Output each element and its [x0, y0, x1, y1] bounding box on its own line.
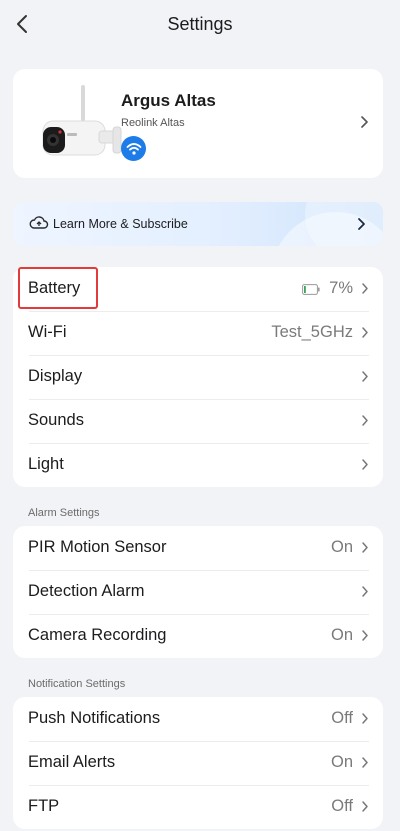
- chevron-right-icon: [362, 586, 368, 597]
- battery-value: 7%: [329, 279, 353, 297]
- row-label: Light: [28, 455, 64, 473]
- wifi-icon: [126, 142, 141, 155]
- settings-row-ftp[interactable]: FTP Off: [13, 785, 383, 829]
- chevron-right-icon: [362, 459, 368, 470]
- settings-row-detection-alarm[interactable]: Detection Alarm: [13, 570, 383, 614]
- battery-icon: [302, 284, 320, 295]
- nav-bar: Settings: [0, 0, 400, 50]
- settings-row-push-notifications[interactable]: Push Notifications Off: [13, 697, 383, 741]
- chevron-right-icon: [358, 218, 365, 230]
- cloud-icon: [29, 216, 49, 229]
- row-value: On: [330, 626, 353, 644]
- notification-settings-group: Push Notifications Off Email Alerts On F…: [13, 697, 383, 829]
- settings-row-email-alerts[interactable]: Email Alerts On: [13, 741, 383, 785]
- chevron-right-icon: [362, 630, 368, 641]
- chevron-right-icon: [362, 542, 368, 553]
- row-label: Push Notifications: [28, 709, 161, 727]
- wifi-value: Test_5GHz: [271, 323, 353, 341]
- settings-row-light[interactable]: Light: [13, 443, 383, 487]
- chevron-right-icon: [362, 327, 368, 338]
- settings-row-display[interactable]: Display: [13, 355, 383, 399]
- wifi-status-badge: [121, 136, 146, 161]
- row-value: Off: [331, 709, 353, 727]
- row-label: Email Alerts: [28, 753, 116, 771]
- row-value: On: [330, 538, 353, 556]
- chevron-right-icon: [362, 415, 368, 426]
- device-card[interactable]: Argus Altas Reolink Altas: [13, 69, 383, 178]
- battery-highlight-box: [18, 267, 98, 309]
- row-label: Display: [28, 367, 83, 385]
- section-title-alarm: Alarm Settings: [28, 507, 100, 519]
- chevron-right-icon: [362, 713, 368, 724]
- row-label: PIR Motion Sensor: [28, 538, 167, 556]
- row-value: Off: [331, 797, 353, 815]
- chevron-right-icon: [362, 283, 368, 294]
- chevron-right-icon: [361, 116, 368, 128]
- device-name: Argus Altas: [121, 91, 216, 110]
- settings-row-sounds[interactable]: Sounds: [13, 399, 383, 443]
- chevron-right-icon: [362, 757, 368, 768]
- camera-image: [42, 85, 122, 156]
- device-model: Reolink Altas: [121, 117, 185, 129]
- row-label: Detection Alarm: [28, 582, 145, 600]
- page-title: Settings: [167, 14, 233, 34]
- settings-row-camera-recording[interactable]: Camera Recording On: [13, 614, 383, 658]
- banner-decoration: [305, 202, 383, 246]
- row-label: Camera Recording: [28, 626, 167, 644]
- settings-row-pir-motion-sensor[interactable]: PIR Motion Sensor On: [13, 526, 383, 570]
- row-label: Sounds: [28, 411, 84, 429]
- alarm-settings-group: PIR Motion Sensor On Detection Alarm Cam…: [13, 526, 383, 658]
- row-label: Wi-Fi: [28, 323, 67, 341]
- row-label: FTP: [28, 797, 60, 815]
- settings-row-wifi[interactable]: Wi-Fi Test_5GHz: [13, 311, 383, 355]
- row-value: On: [330, 753, 353, 771]
- subscribe-label: Learn More & Subscribe: [53, 217, 188, 231]
- chevron-right-icon: [362, 371, 368, 382]
- subscribe-banner[interactable]: Learn More & Subscribe: [13, 202, 383, 246]
- chevron-right-icon: [362, 801, 368, 812]
- section-title-notification: Notification Settings: [28, 678, 126, 690]
